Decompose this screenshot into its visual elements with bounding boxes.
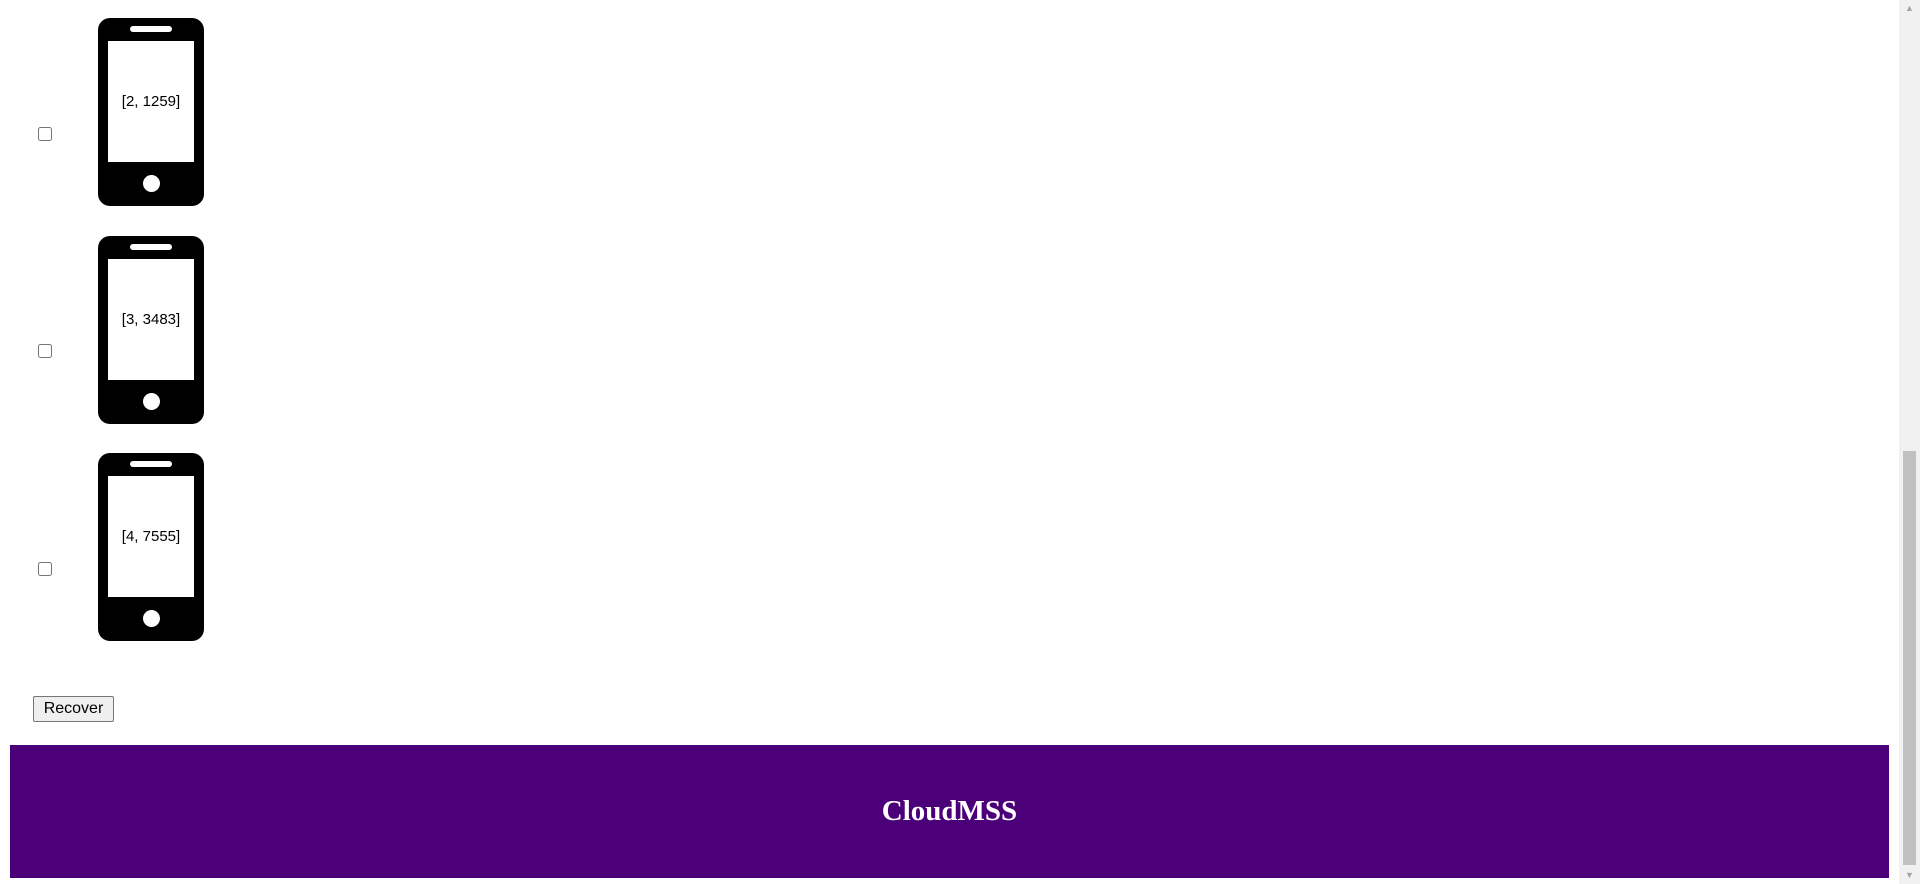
home-button-dot	[143, 610, 160, 627]
device-checkbox[interactable]	[38, 562, 52, 576]
scrollbar-thumb[interactable]	[1903, 451, 1916, 865]
smartphone-icon: [2, 1259]	[98, 18, 204, 206]
smartphone-icon: [4, 7555]	[98, 453, 204, 641]
home-button-dot	[143, 175, 160, 192]
smartphone-icon: [3, 3483]	[98, 236, 204, 424]
device-label: [2, 1259]	[108, 41, 194, 162]
device-row: [4, 7555]	[0, 453, 1899, 653]
speaker-slot	[130, 244, 172, 250]
footer-title: CloudMSS	[881, 795, 1018, 827]
recover-button[interactable]: Recover	[33, 696, 114, 722]
home-button-dot	[143, 393, 160, 410]
speaker-slot	[130, 461, 172, 467]
arrow-down-icon[interactable]: ▼	[1899, 867, 1920, 884]
device-label: [3, 3483]	[108, 259, 194, 380]
device-checkbox[interactable]	[38, 344, 52, 358]
page-content: [2, 1259] [3, 3483] [4, 7555] Recover Cl…	[0, 0, 1899, 884]
arrow-up-icon[interactable]: ▲	[1899, 0, 1920, 17]
footer: CloudMSS	[10, 745, 1889, 878]
vertical-scrollbar[interactable]: ▲ ▼	[1899, 0, 1920, 884]
speaker-slot	[130, 26, 172, 32]
device-checkbox[interactable]	[38, 127, 52, 141]
device-row: [3, 3483]	[0, 235, 1899, 435]
device-label: [4, 7555]	[108, 476, 194, 597]
device-row: [2, 1259]	[0, 17, 1899, 217]
